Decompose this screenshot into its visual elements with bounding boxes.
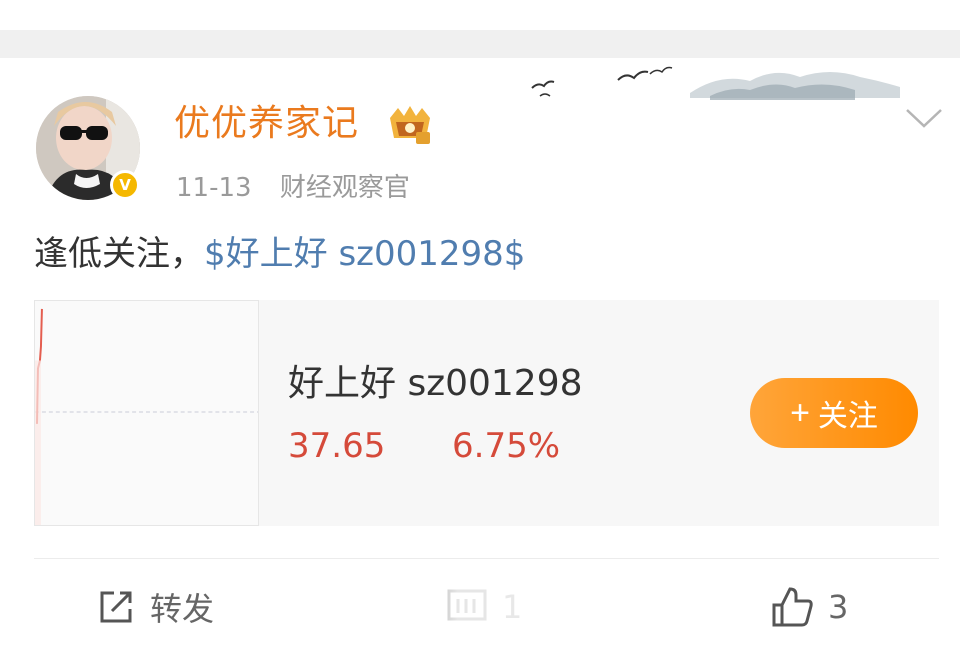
like-count: 3 <box>828 588 849 626</box>
follow-button[interactable]: + 关注 <box>750 378 918 448</box>
post-date: 11-13 <box>176 173 252 203</box>
username[interactable]: 优优养家记 <box>174 100 359 148</box>
repost-button[interactable]: 转发 <box>96 585 214 629</box>
post-content: 逢低关注，$好上好 sz001298$ <box>34 230 525 278</box>
like-button[interactable]: 3 <box>770 585 848 629</box>
chevron-down-icon[interactable] <box>904 106 944 132</box>
stock-name: 好上好 sz001298 <box>288 363 583 404</box>
repost-icon <box>100 591 132 623</box>
stock-price: 37.65 <box>288 426 386 466</box>
feed-divider <box>0 30 960 58</box>
top-strip <box>0 0 960 30</box>
thumbs-up-icon <box>772 587 813 627</box>
fade-overlay <box>380 580 600 640</box>
stock-card[interactable]: 好上好 sz001298 37.65 6.75% + 关注 <box>34 300 939 526</box>
post-source[interactable]: 财经观察官 <box>280 173 410 203</box>
stock-change-percent: 6.75% <box>452 426 561 466</box>
action-bar-divider <box>34 558 939 559</box>
post-meta: 11-13 财经观察官 <box>176 170 410 206</box>
crown-badge-icon <box>390 106 430 144</box>
stock-topic-link[interactable]: $好上好 sz001298$ <box>204 234 525 274</box>
post-text: 逢低关注， <box>34 234 204 274</box>
mini-intraday-chart <box>34 300 259 526</box>
verified-badge-icon: V <box>110 170 140 200</box>
landscape-decoration <box>531 66 900 100</box>
plus-icon: + <box>790 393 810 432</box>
follow-label: 关注 <box>817 400 878 433</box>
repost-label: 转发 <box>150 590 215 628</box>
